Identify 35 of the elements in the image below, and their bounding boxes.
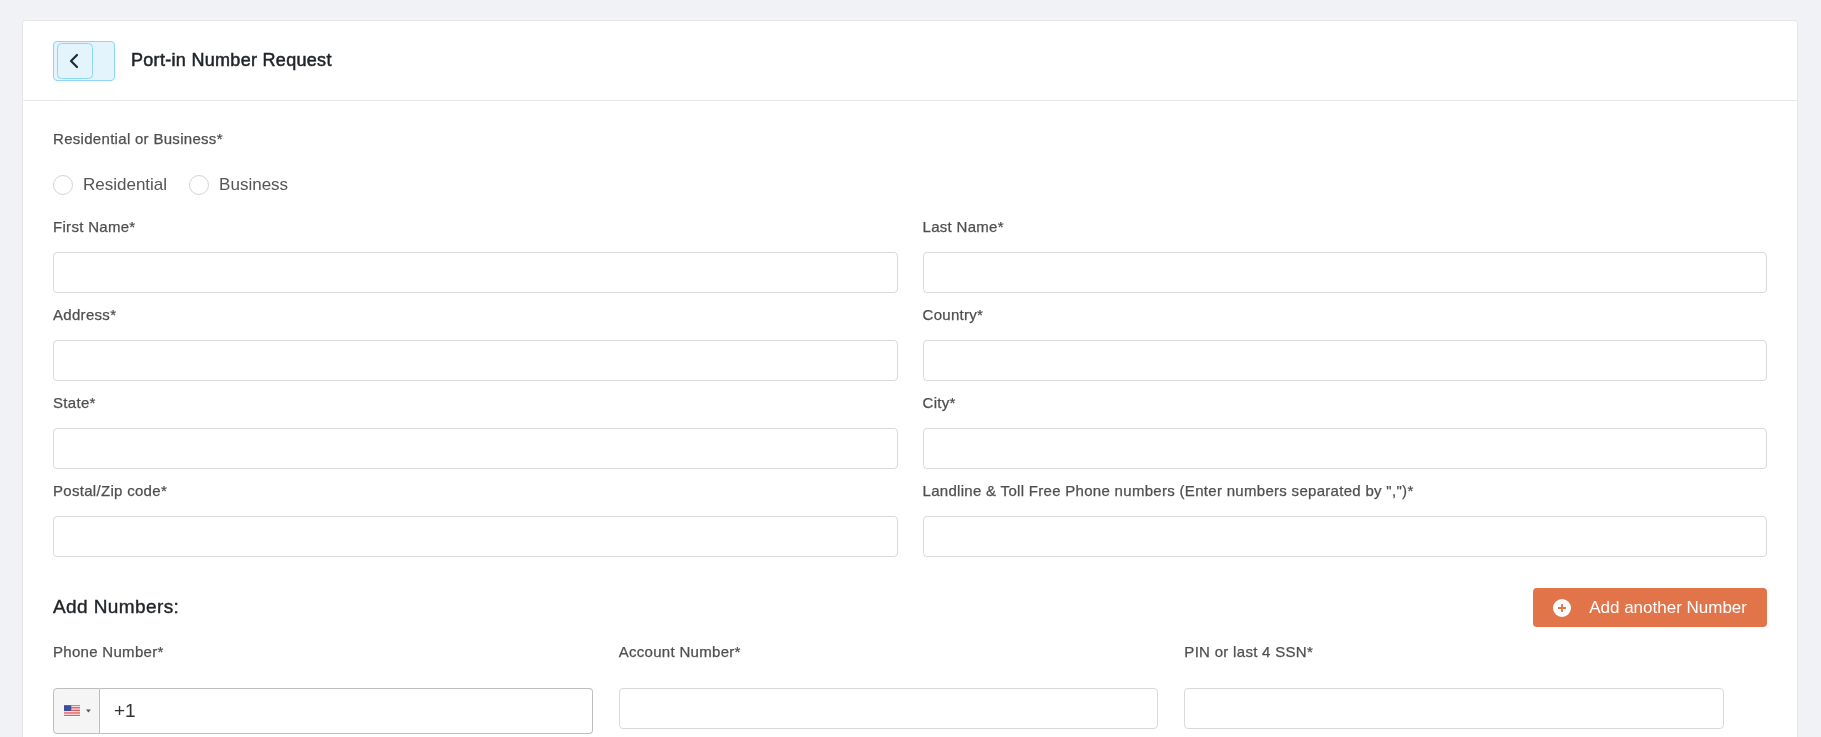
- section-heading: Add Numbers:: [53, 595, 180, 620]
- text-input[interactable]: [53, 252, 898, 293]
- field-label: Last Name*: [922, 217, 1004, 237]
- text-input[interactable]: [922, 428, 1767, 469]
- text-input[interactable]: [618, 688, 1159, 729]
- text-input[interactable]: [922, 252, 1767, 293]
- field-label: PIN or last 4 SSN*: [1184, 642, 1314, 662]
- caret-down-icon: [86, 709, 91, 713]
- field-label: City*: [922, 393, 956, 413]
- phone-input[interactable]: +1: [100, 688, 593, 734]
- text-input[interactable]: [922, 340, 1767, 381]
- radio-button[interactable]: [53, 175, 73, 195]
- page-title: Port-in Number Request: [131, 49, 332, 72]
- back-button[interactable]: [53, 40, 115, 81]
- text-input[interactable]: [53, 428, 898, 469]
- radio-label[interactable]: Residential: [83, 173, 168, 197]
- field-label: Country*: [922, 305, 984, 325]
- flag-icon: [64, 704, 81, 718]
- radio-label[interactable]: Business: [219, 173, 289, 197]
- chevron-left-icon: [57, 42, 93, 79]
- text-input[interactable]: [1184, 688, 1724, 729]
- field-label: Residential or Business*: [53, 129, 223, 149]
- field-label: Phone Number*: [53, 642, 164, 662]
- field-label: Postal/Zip code*: [53, 481, 168, 501]
- plus-circle-icon: [1553, 598, 1572, 617]
- text-input[interactable]: [922, 516, 1767, 557]
- field-label: Account Number*: [618, 642, 741, 662]
- text-input[interactable]: [53, 340, 898, 381]
- country-select-button[interactable]: [53, 688, 100, 734]
- field-label: Address*: [53, 305, 117, 325]
- field-label: State*: [53, 393, 96, 413]
- text-input[interactable]: [53, 516, 898, 557]
- radio-button[interactable]: [189, 175, 210, 195]
- field-label: Landline & Toll Free Phone numbers (Enter numbers separated by ",")*: [922, 481, 1414, 501]
- field-label: First Name*: [53, 217, 136, 237]
